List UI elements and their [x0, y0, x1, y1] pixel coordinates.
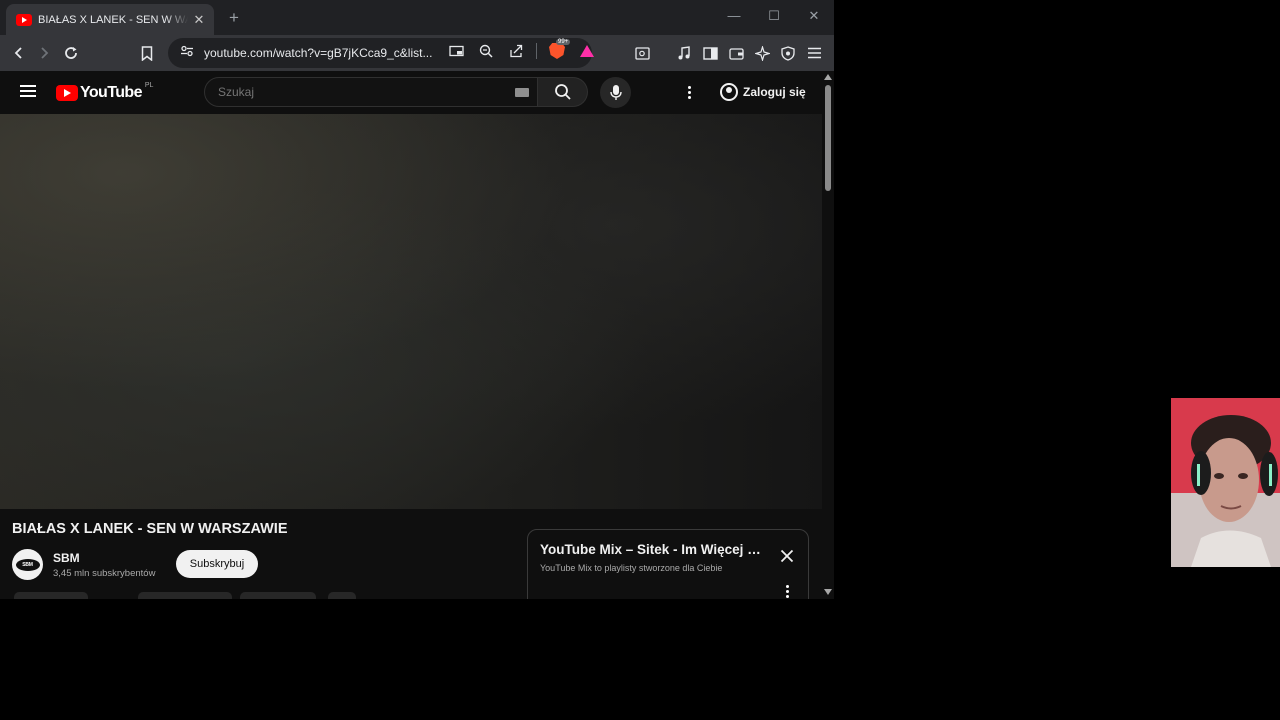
guide-menu-icon[interactable]: [20, 85, 36, 97]
vpn-shield-icon[interactable]: [778, 43, 798, 63]
video-player[interactable]: [0, 114, 822, 509]
wallet-icon[interactable]: [726, 43, 746, 63]
shields-count-badge: 99+: [556, 39, 571, 45]
voice-search-button[interactable]: [600, 77, 631, 108]
new-tab-button[interactable]: +: [226, 8, 242, 28]
media-controls-icon[interactable]: [674, 43, 694, 63]
maximize-button[interactable]: ☐: [764, 8, 784, 24]
bookmark-icon[interactable]: [137, 43, 157, 63]
subscribe-button[interactable]: Subskrybuj: [176, 550, 258, 578]
toolbar-divider: [536, 43, 537, 59]
save-button[interactable]: [240, 592, 316, 599]
mix-playlist-panel: YouTube Mix – Sitek - Im Więcej Ciebie T…: [527, 529, 809, 599]
scrollbar-thumb[interactable]: [825, 85, 831, 191]
cast-icon[interactable]: [446, 41, 466, 61]
search-input[interactable]: [218, 85, 498, 99]
keyboard-icon[interactable]: [515, 88, 529, 97]
account-icon: [720, 83, 738, 101]
like-dislike-button[interactable]: [14, 592, 88, 599]
site-settings-icon[interactable]: [180, 44, 194, 62]
leo-ai-icon[interactable]: [752, 43, 772, 63]
channel-name[interactable]: SBM: [53, 551, 155, 565]
page-scrollbar[interactable]: [822, 71, 834, 599]
sidebar-icon[interactable]: [700, 43, 720, 63]
youtube-page: YouTube PL Zaloguj się: [0, 71, 822, 599]
more-actions-button[interactable]: [328, 592, 356, 599]
minimize-button[interactable]: —: [724, 8, 744, 23]
channel-avatar[interactable]: SBM: [12, 549, 43, 580]
menu-icon[interactable]: [804, 43, 824, 63]
brave-shields-icon[interactable]: 99+: [547, 39, 571, 61]
tab-close-icon[interactable]: ✕: [192, 12, 206, 28]
video-title: BIAŁAS X LANEK - SEN W WARSZAWIE: [12, 521, 288, 537]
channel-info: SBM SBM 3,45 mln subskrybentów: [12, 549, 155, 580]
sign-in-label: Zaloguj się: [743, 85, 806, 99]
reload-icon[interactable]: [61, 43, 81, 63]
window-close-button[interactable]: ✕: [804, 8, 824, 24]
tab-title: BIAŁAS X LANEK - SEN W WARSZAWIE: [38, 13, 188, 26]
browser-tab-youtube[interactable]: BIAŁAS X LANEK - SEN W WARSZAWIE ✕: [6, 4, 214, 35]
mix-playlist-title[interactable]: YouTube Mix – Sitek - Im Więcej Ciebie T…: [540, 542, 770, 557]
youtube-masthead: YouTube PL Zaloguj się: [0, 71, 822, 114]
search-box[interactable]: [204, 77, 538, 107]
brave-rewards-icon[interactable]: [577, 41, 597, 61]
youtube-wordmark: YouTube: [80, 84, 142, 101]
share-button[interactable]: [138, 592, 232, 599]
screen: BIAŁAS X LANEK - SEN W WARSZAWIE ✕ + — ☐…: [0, 0, 1280, 720]
youtube-favicon-icon: [16, 13, 32, 26]
address-bar-actions: 99+: [446, 39, 597, 61]
browser-window: BIAŁAS X LANEK - SEN W WARSZAWIE ✕ + — ☐…: [0, 0, 834, 599]
tab-search-icon[interactable]: [632, 43, 652, 63]
subscriber-count: 3,45 mln subskrybentów: [53, 567, 156, 579]
youtube-play-logo-icon: [56, 85, 78, 101]
sign-in-button[interactable]: Zaloguj się: [714, 77, 812, 107]
webcam-overlay: [1171, 398, 1280, 567]
search-icon: [554, 84, 571, 100]
share-icon[interactable]: [506, 41, 526, 61]
streamer-face-image: [1171, 398, 1280, 567]
search-button[interactable]: [538, 77, 588, 107]
browser-toolbar: youtube.com/watch?v=gB7jKCca9_c&list... …: [0, 35, 834, 71]
video-actions-row: [14, 592, 356, 599]
tab-strip: BIAŁAS X LANEK - SEN W WARSZAWIE ✕ + — ☐…: [0, 0, 834, 35]
url-text[interactable]: youtube.com/watch?v=gB7jKCca9_c&list...: [204, 46, 436, 60]
microphone-icon: [609, 85, 622, 100]
mix-playlist-subtitle: YouTube Mix to playlisty stworzone dla C…: [540, 563, 723, 573]
forward-icon[interactable]: [34, 43, 54, 63]
zoom-icon[interactable]: [476, 41, 496, 61]
country-code: PL: [144, 81, 154, 89]
youtube-logo[interactable]: YouTube PL: [56, 81, 154, 102]
back-icon[interactable]: [9, 43, 29, 63]
settings-more-icon[interactable]: [680, 83, 698, 101]
playlist-more-icon[interactable]: [786, 585, 789, 598]
scroll-up-arrow-icon[interactable]: [824, 74, 832, 80]
scroll-down-arrow-icon[interactable]: [824, 589, 832, 595]
channel-avatar-logo: SBM: [15, 558, 40, 571]
close-icon[interactable]: [778, 547, 796, 565]
